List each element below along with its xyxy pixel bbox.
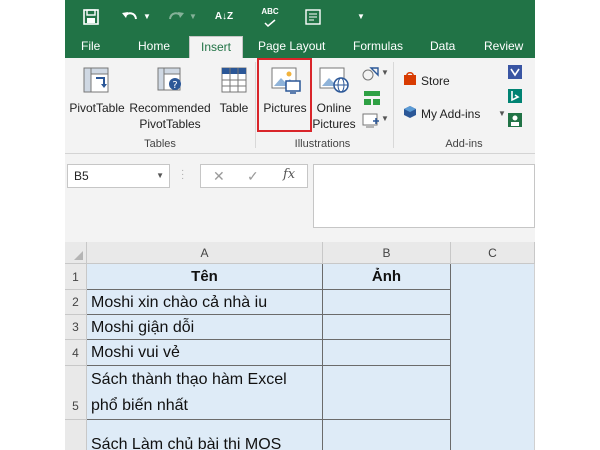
cell-a3[interactable]: Moshi giận dỗi xyxy=(87,315,323,340)
column-header-a[interactable]: A xyxy=(87,242,323,264)
bing-maps-icon[interactable] xyxy=(507,88,523,109)
addins-group-label: Add-ins xyxy=(445,138,483,150)
pictures-icon[interactable] xyxy=(271,66,301,99)
formula-bar-area: B5 ▼ · · · ✕ ✓ fx xyxy=(65,155,535,235)
column-c-cells[interactable] xyxy=(451,264,535,450)
table-button[interactable]: Table xyxy=(213,100,255,116)
row-header-3[interactable]: 3 xyxy=(65,315,87,340)
cell-b4[interactable] xyxy=(323,340,451,366)
cell-a5[interactable]: Sách thành thạo hàm Excel phổ biến nhất xyxy=(87,366,323,420)
store-button[interactable]: Store xyxy=(421,73,450,89)
group-separator xyxy=(255,62,256,148)
enter-icon[interactable]: ✓ xyxy=(247,168,259,185)
shapes-dropdown-icon[interactable]: ▼ xyxy=(381,61,391,85)
quick-access-toolbar: ▼ ▼ A↓Z ABC ▼ xyxy=(65,0,535,34)
illustrations-group-label: Illustrations xyxy=(294,138,351,150)
tab-page-layout[interactable]: Page Layout xyxy=(258,34,325,58)
row-header-6[interactable] xyxy=(65,420,87,450)
cell-b6[interactable] xyxy=(323,420,451,450)
cell-a5-line2: phổ biến nhất xyxy=(91,397,188,414)
people-graph-icon[interactable] xyxy=(507,112,523,133)
worksheet-grid: A B C 1 2 3 4 5 Tên Ảnh Moshi xin chào c… xyxy=(65,242,535,450)
tables-group-label: Tables xyxy=(144,138,176,150)
ribbon-insert: PivotTable ? Recommended PivotTables Tab… xyxy=(65,58,535,154)
column-header-b[interactable]: B xyxy=(323,242,451,264)
spelling-icon[interactable]: ABC xyxy=(257,5,283,29)
screenshot-dropdown-icon[interactable]: ▼ xyxy=(381,107,391,131)
recommended-label-line1: Recommended xyxy=(129,101,211,115)
row-header-5[interactable]: 5 xyxy=(65,366,87,420)
formula-input[interactable] xyxy=(313,164,535,228)
cell-a1[interactable]: Tên xyxy=(87,264,323,290)
svg-text:?: ? xyxy=(172,80,177,91)
form-icon[interactable] xyxy=(305,5,327,29)
tab-insert[interactable]: Insert xyxy=(189,36,244,58)
group-separator xyxy=(393,62,394,148)
spelling-label: ABC xyxy=(261,7,279,16)
undo-icon[interactable] xyxy=(121,5,139,29)
online-label-line1: Online xyxy=(316,101,352,115)
cell-a4[interactable]: Moshi vui vẻ xyxy=(87,340,323,366)
formula-buttons: ✕ ✓ fx xyxy=(200,164,308,188)
tab-data[interactable]: Data xyxy=(430,34,455,58)
sort-icon[interactable]: A↓Z xyxy=(211,5,237,29)
table-icon[interactable] xyxy=(220,66,248,99)
cell-b3[interactable] xyxy=(323,315,451,340)
store-icon[interactable] xyxy=(403,72,417,91)
column-header-c[interactable]: C xyxy=(451,242,535,264)
tab-file[interactable]: File xyxy=(81,34,100,58)
cancel-icon[interactable]: ✕ xyxy=(213,168,225,185)
redo-icon[interactable] xyxy=(167,5,185,29)
name-box[interactable]: B5 ▼ xyxy=(67,164,170,188)
excel-window: ▼ ▼ A↓Z ABC ▼ File Home Insert Page Layo… xyxy=(65,0,535,450)
customize-qat-icon[interactable]: ▼ xyxy=(357,5,367,29)
row-header-2[interactable]: 2 xyxy=(65,290,87,315)
recommended-pivottables-icon[interactable]: ? xyxy=(156,66,184,99)
online-pictures-button[interactable]: Online Pictures xyxy=(311,100,357,132)
cell-b5[interactable] xyxy=(323,366,451,420)
redo-dropdown-icon[interactable]: ▼ xyxy=(189,5,199,29)
pictures-button[interactable]: Pictures xyxy=(259,100,311,116)
my-addins-button[interactable]: My Add-ins xyxy=(421,106,480,122)
ribbon-tabs: File Home Insert Page Layout Formulas Da… xyxy=(65,34,535,58)
row-header-4[interactable]: 4 xyxy=(65,340,87,366)
save-icon[interactable] xyxy=(83,5,101,29)
tab-formulas[interactable]: Formulas xyxy=(353,34,403,58)
cell-b2[interactable] xyxy=(323,290,451,315)
name-box-value: B5 xyxy=(74,169,89,183)
cell-b1[interactable]: Ảnh xyxy=(323,264,451,290)
recommended-pivottables-button[interactable]: Recommended PivotTables xyxy=(127,100,213,132)
select-all-corner[interactable] xyxy=(65,242,87,264)
my-addins-icon[interactable] xyxy=(403,105,417,124)
cell-a5-line1: Sách thành thạo hàm Excel xyxy=(91,371,287,388)
name-box-dropdown-icon[interactable]: ▼ xyxy=(156,165,164,187)
tab-home[interactable]: Home xyxy=(138,34,170,58)
online-pictures-icon[interactable] xyxy=(319,66,349,99)
insert-function-icon[interactable]: fx xyxy=(283,167,295,182)
tab-review[interactable]: Review xyxy=(484,34,523,58)
row-header-1[interactable]: 1 xyxy=(65,264,87,290)
cell-a2[interactable]: Moshi xin chào cả nhà iu xyxy=(87,290,323,315)
recommended-label-line2: PivotTables xyxy=(139,117,201,131)
undo-dropdown-icon[interactable]: ▼ xyxy=(143,5,153,29)
pivottable-icon[interactable] xyxy=(82,66,110,99)
screenshot-icon[interactable] xyxy=(362,112,380,133)
visio-data-visualizer-icon[interactable] xyxy=(507,64,523,85)
pivottable-button[interactable]: PivotTable xyxy=(67,100,127,116)
online-label-line2: Pictures xyxy=(312,117,356,131)
shapes-icon[interactable] xyxy=(362,66,382,87)
smartart-icon[interactable] xyxy=(363,90,381,111)
cell-a6[interactable]: Sách Làm chủ bài thi MOS xyxy=(87,420,323,450)
formula-bar-splitter[interactable]: · · · xyxy=(181,166,184,184)
